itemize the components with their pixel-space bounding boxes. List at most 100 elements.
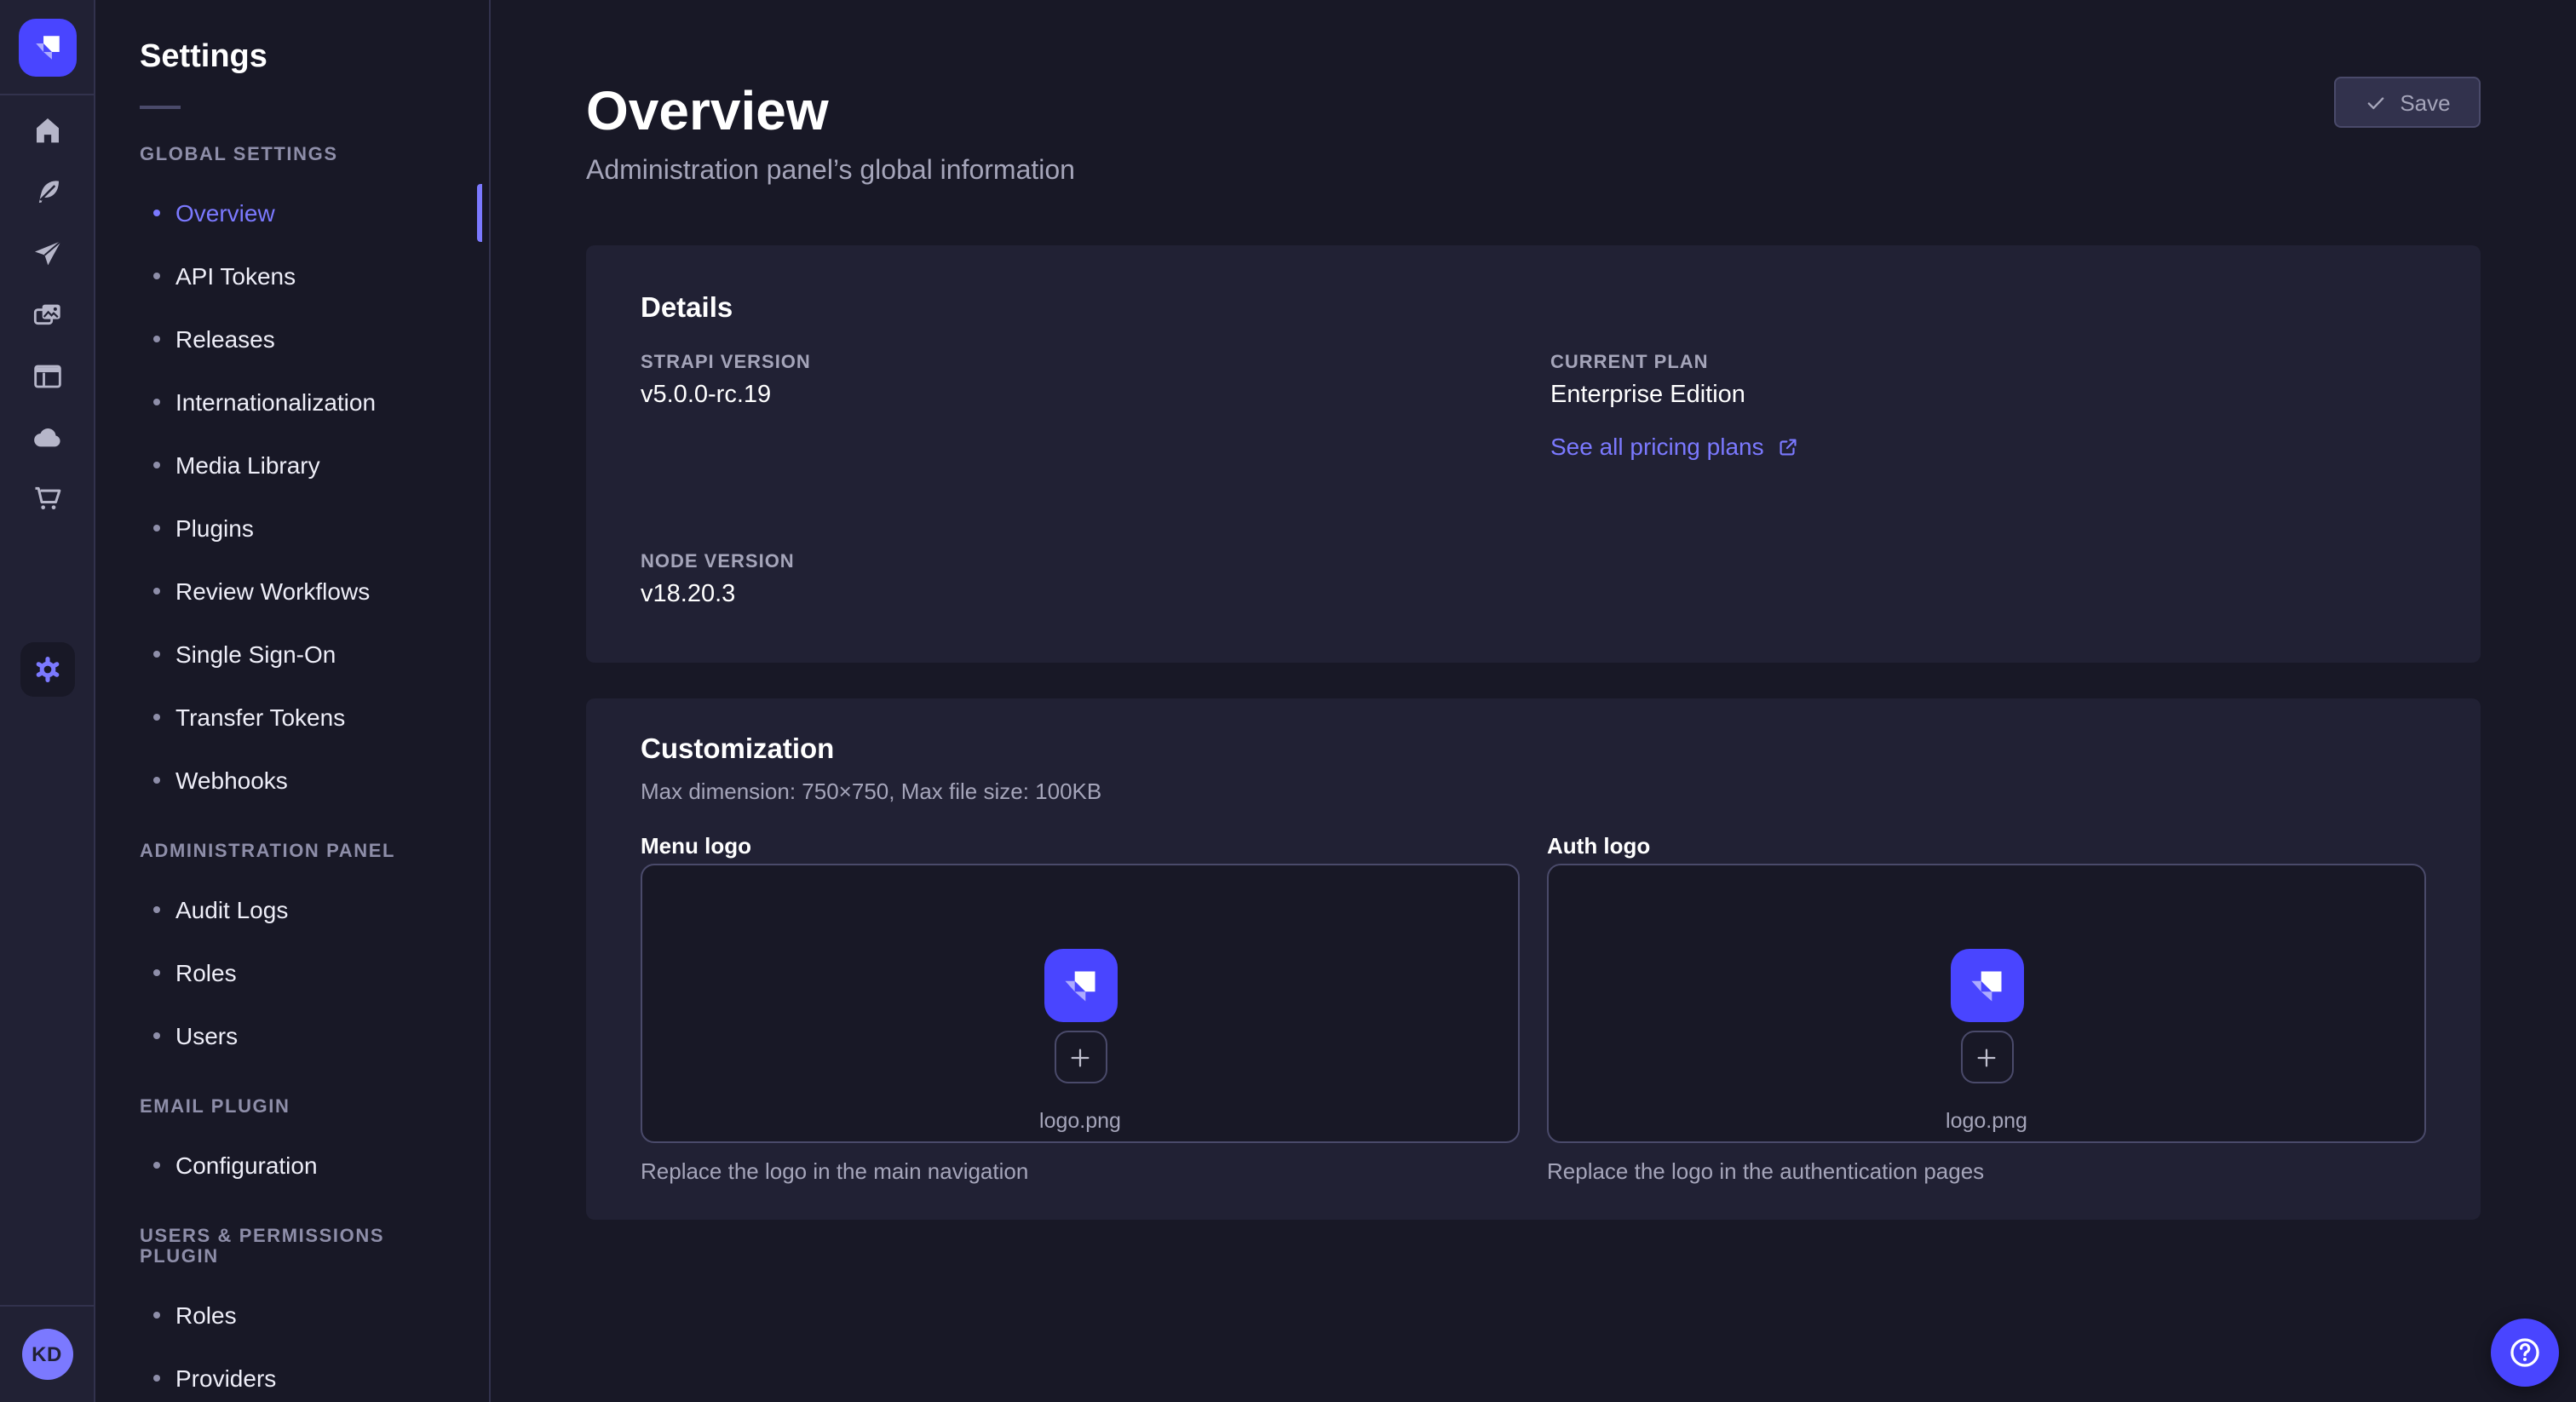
rail-logo-section	[0, 0, 94, 95]
pricing-plans-link[interactable]: See all pricing plans	[1550, 433, 1800, 460]
auth-logo-dropzone[interactable]: logo.png	[1547, 864, 2426, 1143]
settings-sidebar: Settings GLOBAL SETTINGS Overview API To…	[95, 0, 491, 1402]
sidebar-item-webhooks[interactable]: Webhooks	[140, 748, 445, 811]
field-label: NODE VERSION	[641, 552, 1516, 572]
app-window: KD Settings GLOBAL SETTINGS Overview API…	[0, 0, 2576, 1402]
paper-plane-icon[interactable]	[20, 227, 74, 281]
sidebar-item-label: Webhooks	[175, 766, 288, 793]
bullet-icon	[153, 1374, 160, 1381]
save-button-label: Save	[2400, 89, 2450, 115]
sidebar-item-up-providers[interactable]: Providers	[140, 1346, 445, 1402]
bullet-icon	[153, 335, 160, 342]
sidebar-item-audit-logs[interactable]: Audit Logs	[140, 877, 445, 940]
page-subtitle: Administration panel’s global informatio…	[586, 155, 2481, 189]
sidebar-item-label: Review Workflows	[175, 577, 370, 604]
sidebar-item-media-library[interactable]: Media Library	[140, 433, 445, 496]
sidebar-item-email-configuration[interactable]: Configuration	[140, 1133, 445, 1196]
section-label-global-settings: GLOBAL SETTINGS	[140, 145, 445, 165]
bullet-icon	[153, 1161, 160, 1168]
auth-logo-field: Auth logo logo.png Replace the logo in t…	[1547, 806, 2426, 1186]
field-node-version: NODE VERSION v18.20.3	[641, 552, 1516, 608]
auth-logo-add-button[interactable]	[1960, 1031, 2013, 1083]
sidebar-item-admin-users[interactable]: Users	[140, 1003, 445, 1066]
auth-logo-filename: logo.png	[1946, 1109, 2027, 1133]
auth-logo-caption: Replace the logo in the authentication p…	[1547, 1158, 2426, 1186]
sidebar-item-label: Configuration	[175, 1151, 318, 1178]
bullet-icon	[153, 587, 160, 594]
menu-logo-dropzone[interactable]: logo.png	[641, 864, 1520, 1143]
menu-logo-caption: Replace the logo in the main navigation	[641, 1158, 1520, 1186]
field-value: v5.0.0-rc.19	[641, 382, 1516, 409]
sidebar-item-label: Roles	[175, 958, 237, 985]
sidebar-item-label: Audit Logs	[175, 895, 288, 922]
field-label: STRAPI VERSION	[641, 353, 1516, 373]
images-icon[interactable]	[20, 288, 74, 342]
customization-heading: Customization	[641, 733, 2426, 767]
sidebar-item-label: Providers	[175, 1364, 276, 1391]
external-link-icon	[1778, 435, 1800, 457]
sidebar-item-internationalization[interactable]: Internationalization	[140, 370, 445, 433]
sidebar-item-label: Releases	[175, 325, 275, 352]
sidebar-item-single-sign-on[interactable]: Single Sign-On	[140, 622, 445, 685]
bullet-icon	[153, 650, 160, 657]
sidebar-item-up-roles[interactable]: Roles	[140, 1283, 445, 1346]
sidebar-item-label: API Tokens	[175, 261, 296, 289]
sidebar-item-label: Single Sign-On	[175, 640, 336, 667]
title-divider	[140, 106, 181, 109]
sidebar-item-plugins[interactable]: Plugins	[140, 496, 445, 559]
bullet-icon	[153, 461, 160, 468]
field-value: Enterprise Edition	[1550, 382, 2426, 409]
home-icon[interactable]	[20, 104, 74, 158]
sidebar-item-label: Roles	[175, 1301, 237, 1328]
sidebar-item-admin-roles[interactable]: Roles	[140, 940, 445, 1003]
cart-icon[interactable]	[20, 472, 74, 526]
menu-logo-add-button[interactable]	[1054, 1031, 1107, 1083]
bullet-icon	[153, 776, 160, 783]
sidebar-item-transfer-tokens[interactable]: Transfer Tokens	[140, 685, 445, 748]
bullet-icon	[153, 1031, 160, 1038]
field-current-plan: CURRENT PLAN Enterprise Edition See all …	[1550, 353, 2426, 463]
plus-icon	[1973, 1043, 2000, 1071]
details-heading: Details	[641, 291, 2426, 325]
bullet-icon	[153, 1311, 160, 1318]
sidebar-title: Settings	[140, 37, 445, 78]
administration-panel-list: Audit Logs Roles Users	[140, 877, 445, 1066]
sidebar-item-api-tokens[interactable]: API Tokens	[140, 244, 445, 307]
customization-subheading: Max dimension: 750×750, Max file size: 1…	[641, 779, 2426, 806]
email-plugin-list: Configuration	[140, 1133, 445, 1196]
section-label-administration-panel: ADMINISTRATION PANEL	[140, 842, 445, 862]
section-label-users-permissions-plugin: USERS & PERMISSIONS PLUGIN	[140, 1227, 445, 1267]
bullet-icon	[153, 968, 160, 975]
section-label-email-plugin: EMAIL PLUGIN	[140, 1097, 445, 1118]
customization-card: Customization Max dimension: 750×750, Ma…	[586, 698, 2481, 1220]
sidebar-item-overview[interactable]: Overview	[140, 181, 445, 244]
feather-icon[interactable]	[20, 165, 74, 220]
plus-icon	[1067, 1043, 1094, 1071]
sidebar-item-review-workflows[interactable]: Review Workflows	[140, 559, 445, 622]
help-button[interactable]	[2491, 1319, 2559, 1387]
main-content: Overview Administration panel’s global i…	[491, 0, 2576, 1402]
details-grid: STRAPI VERSION v5.0.0-rc.19 CURRENT PLAN…	[641, 353, 2426, 608]
question-mark-icon	[2506, 1334, 2544, 1371]
sidebar-item-label: Media Library	[175, 451, 320, 478]
menu-logo-label: Menu logo	[641, 833, 1520, 860]
avatar[interactable]: KD	[21, 1329, 72, 1380]
rail-nav	[20, 95, 74, 697]
bullet-icon	[153, 209, 160, 215]
field-label: CURRENT PLAN	[1550, 353, 2426, 373]
save-button[interactable]: Save	[2334, 77, 2481, 128]
bullet-icon	[153, 524, 160, 531]
gear-icon[interactable]	[20, 642, 74, 697]
sidebar-item-releases[interactable]: Releases	[140, 307, 445, 370]
details-grid-spacer	[1550, 552, 2426, 608]
details-card: Details STRAPI VERSION v5.0.0-rc.19 CURR…	[586, 245, 2481, 663]
global-settings-list: Overview API Tokens Releases Internation…	[140, 181, 445, 811]
strapi-logo-icon[interactable]	[18, 18, 76, 76]
uploads-grid: Menu logo logo.png Replace the logo in t…	[641, 806, 2426, 1186]
auth-logo-label: Auth logo	[1547, 833, 2426, 860]
layout-icon[interactable]	[20, 349, 74, 404]
strapi-logo-icon	[1950, 949, 2023, 1022]
rail-user-section: KD	[0, 1305, 94, 1402]
bullet-icon	[153, 398, 160, 405]
cloud-icon[interactable]	[20, 411, 74, 465]
